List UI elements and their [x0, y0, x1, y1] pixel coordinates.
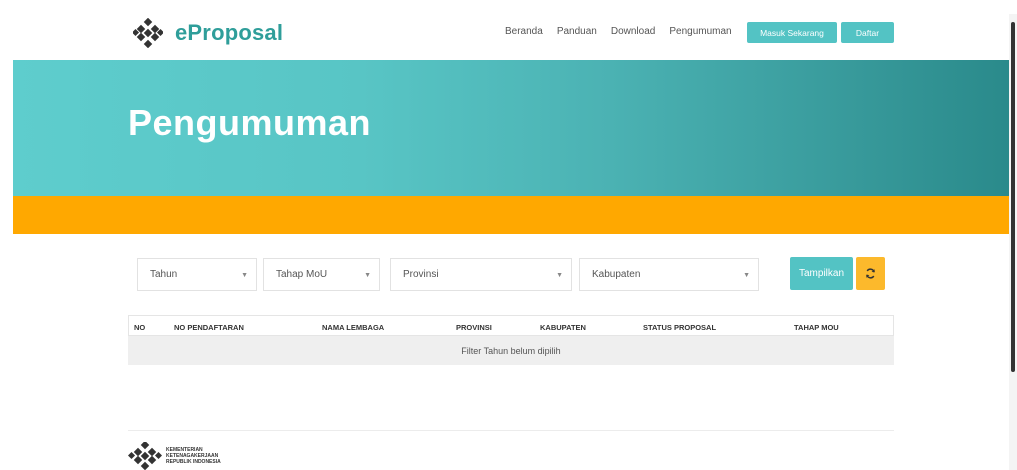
column-header-nama-lembaga[interactable]: NAMA LEMBAGA: [322, 323, 384, 332]
brand-name: eProposal: [175, 20, 284, 45]
page-scrollbar[interactable]: [1009, 14, 1017, 470]
tahun-select[interactable]: Tahun ▼: [137, 258, 257, 291]
brand[interactable]: eProposal: [133, 18, 283, 48]
provinsi-select-value: Provinsi: [403, 269, 439, 280]
column-header-no-pendaftaran[interactable]: NO PENDAFTARAN: [174, 323, 244, 332]
register-button[interactable]: Daftar: [841, 22, 894, 43]
column-header-provinsi[interactable]: PROVINSI: [456, 323, 492, 332]
nav-link-panduan[interactable]: Panduan: [557, 26, 597, 37]
tahap-mou-select-value: Tahap MoU: [276, 269, 328, 280]
nav-link-beranda[interactable]: Beranda: [505, 26, 543, 37]
kabupaten-select[interactable]: Kabupaten ▼: [579, 258, 759, 291]
footer-divider: [128, 430, 894, 431]
chevron-down-icon: ▼: [743, 272, 750, 279]
footer-logo: KEMENTERIAN KETENAGAKERJAAN REPUBLIK IND…: [128, 442, 221, 470]
page-title: Pengumuman: [128, 102, 372, 143]
refresh-icon: [866, 268, 875, 279]
empty-message: Filter Tahun belum dipilih: [461, 345, 561, 356]
kabupaten-select-value: Kabupaten: [592, 269, 641, 280]
page: eProposal Beranda Panduan Download Pengu…: [13, 6, 1009, 470]
nav-link-download[interactable]: Download: [611, 26, 655, 37]
table-header: NO NO PENDAFTARAN NAMA LEMBAGA PROVINSI …: [128, 315, 894, 336]
footer-org-name: KEMENTERIAN KETENAGAKERJAAN REPUBLIK IND…: [166, 447, 221, 465]
tahap-mou-select[interactable]: Tahap MoU ▼: [263, 258, 380, 291]
tahun-select-value: Tahun: [150, 269, 178, 280]
column-header-status-proposal[interactable]: STATUS PROPOSAL: [643, 323, 716, 332]
hero-banner: Pengumuman: [13, 60, 1009, 196]
column-header-tahap-mou[interactable]: TAHAP MOU: [794, 323, 839, 332]
tampilkan-button[interactable]: Tampilkan: [790, 257, 853, 290]
column-header-kabupaten[interactable]: KABUPATEN: [540, 323, 586, 332]
nav-links: Beranda Panduan Download Pengumuman: [505, 26, 732, 37]
chevron-down-icon: ▼: [364, 272, 371, 279]
kemnaker-logo-icon: [128, 442, 162, 470]
scrollbar-thumb[interactable]: [1011, 22, 1015, 372]
refresh-button[interactable]: [856, 257, 885, 290]
column-header-no[interactable]: NO: [134, 323, 145, 332]
chevron-down-icon: ▼: [241, 272, 248, 279]
navbar: eProposal Beranda Panduan Download Pengu…: [13, 6, 1009, 60]
table-empty-row: Filter Tahun belum dipilih: [128, 336, 894, 365]
login-button[interactable]: Masuk Sekarang: [747, 22, 837, 43]
provinsi-select[interactable]: Provinsi ▼: [390, 258, 572, 291]
nav-link-pengumuman[interactable]: Pengumuman: [669, 26, 731, 37]
footer-org-line: REPUBLIK INDONESIA: [166, 459, 221, 465]
accent-band: [13, 196, 1009, 234]
announcement-table: NO NO PENDAFTARAN NAMA LEMBAGA PROVINSI …: [128, 315, 894, 365]
chevron-down-icon: ▼: [556, 272, 563, 279]
kemnaker-logo-icon: [133, 18, 163, 48]
